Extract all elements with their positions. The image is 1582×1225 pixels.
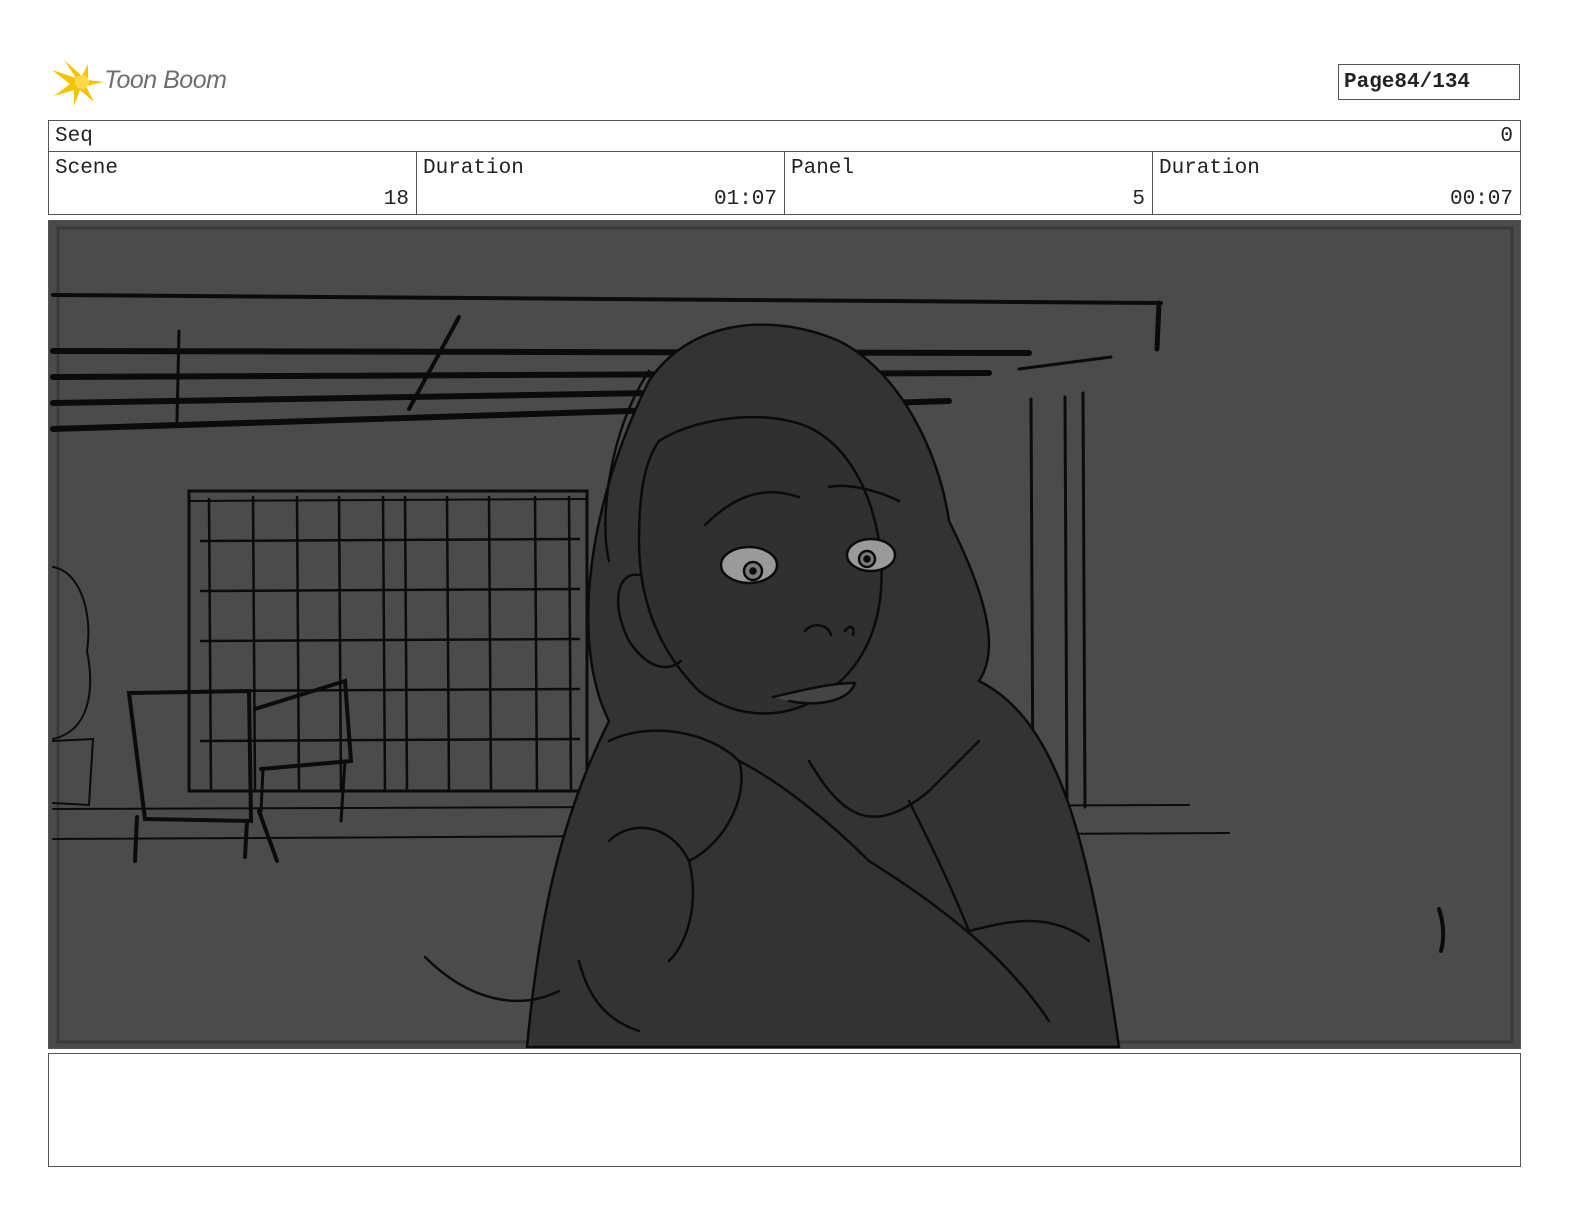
- seq-value: 0: [1500, 125, 1513, 148]
- seq-label: Seq: [55, 125, 93, 148]
- scene-duration-cell: Duration 01:07: [417, 152, 785, 214]
- scene-value: 18: [383, 188, 409, 211]
- brand-name: Toon Boom: [104, 66, 227, 94]
- panel-label: Panel: [791, 157, 855, 180]
- panel-sketch: [50, 226, 1514, 1048]
- scene-duration-value: 01:07: [713, 188, 777, 211]
- panel-duration-value: 00:07: [1449, 188, 1513, 211]
- info-row: Scene 18 Duration 01:07 Panel 5 Duration…: [48, 151, 1521, 215]
- scene-cell: Scene 18: [49, 152, 417, 214]
- toon-boom-logo: Toon Boom: [50, 56, 250, 108]
- starburst-logo-icon: [52, 60, 104, 106]
- seq-row: Seq 0: [48, 120, 1521, 152]
- panel-cell: Panel 5: [785, 152, 1153, 214]
- page-value: 84/134: [1394, 70, 1471, 94]
- page-indicator: Page 84/134: [1338, 64, 1520, 100]
- scene-label: Scene: [55, 157, 119, 180]
- scene-duration-label: Duration: [423, 157, 524, 180]
- storyboard-panel: [48, 220, 1521, 1049]
- panel-value: 5: [1132, 188, 1145, 211]
- page-label: Page: [1344, 70, 1395, 94]
- panel-notes-box: [48, 1053, 1521, 1167]
- panel-duration-cell: Duration 00:07: [1153, 152, 1520, 214]
- panel-duration-label: Duration: [1159, 157, 1260, 180]
